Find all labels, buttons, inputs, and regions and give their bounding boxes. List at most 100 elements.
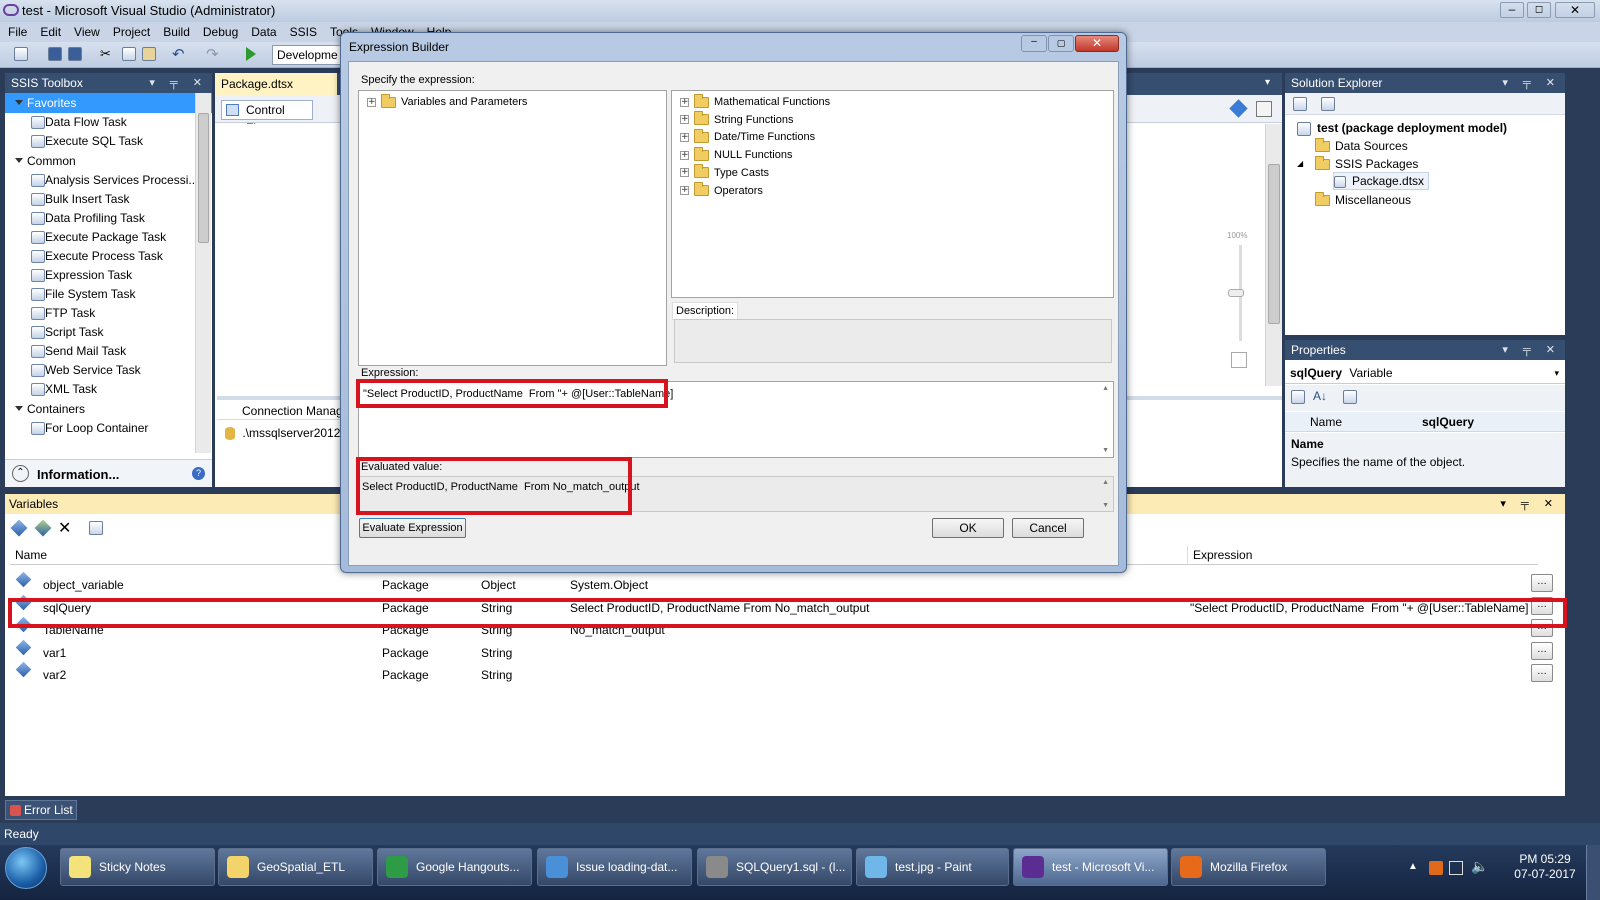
save-all-icon[interactable] [68,47,82,61]
taskbar-item[interactable]: Sticky Notes [60,848,215,886]
expand-plus-icon[interactable]: + [680,115,689,125]
function-category-node[interactable]: + String Functions [680,111,793,127]
show-all-files-icon[interactable] [1321,97,1335,111]
variable-name[interactable]: object_variable [43,574,124,596]
expression-textbox[interactable]: "Select ProductID, ProductName From "+ @… [358,381,1114,458]
variable-type[interactable]: String [481,664,512,686]
common-category[interactable]: Common [5,151,212,171]
toolbox-scrollbar[interactable] [195,93,211,453]
variable-type[interactable]: String [481,642,512,664]
action-center-icon[interactable] [1449,861,1463,875]
collapse-info-icon[interactable]: ⌃ [12,465,29,482]
menu-item-debug[interactable]: Debug [203,25,238,39]
variable-name[interactable]: sqlQuery [43,597,91,619]
clock[interactable]: PM 05:29 07-07-2017 [1510,852,1580,888]
variable-expression[interactable]: "Select ProductID, ProductName From "+ @… [1190,597,1528,619]
toolbox-item[interactable]: Execute Package Task [5,228,212,247]
error-list-tab[interactable]: Error List [5,800,77,820]
expand-plus-icon[interactable]: + [367,97,376,107]
toolbox-item[interactable]: Analysis Services Processi... [5,171,212,190]
delete-variable-icon[interactable]: ✕ [58,518,71,538]
taskbar-item[interactable]: GeoSpatial_ETL [218,848,373,886]
function-category-node[interactable]: + Date/Time Functions [680,128,815,144]
redo-icon[interactable]: ↷ [206,45,219,63]
move-variable-icon[interactable] [34,519,52,537]
show-desktop-button[interactable] [1586,845,1600,900]
expand-arrow-icon[interactable]: ◢ [1297,159,1303,168]
menu-item-project[interactable]: Project [113,25,150,39]
expand-plus-icon[interactable]: + [680,150,689,160]
toolbox-item[interactable]: Bulk Insert Task [5,190,212,209]
data-sources-node[interactable]: Data Sources [1315,137,1408,155]
column-name[interactable]: Name [15,546,47,565]
toolbox-item[interactable]: XML Task [5,380,212,399]
property-pages-icon[interactable] [1343,390,1357,404]
object-selector[interactable]: sqlQuery Variable ▾ [1285,362,1565,384]
toolbox-item[interactable]: Execute Process Task [5,247,212,266]
taskbar-item[interactable]: SQLQuery1.sql - (l... [697,848,852,886]
taskbar-item[interactable]: test.jpg - Paint [856,848,1009,886]
taskbar-item[interactable]: test - Microsoft Vi... [1013,848,1168,886]
close-icon[interactable]: ✕ [1555,2,1595,18]
variable-value[interactable]: Select ProductID, ProductName From No_ma… [570,597,869,619]
toolbox-item[interactable]: Send Mail Task [5,342,212,361]
dialog-maximize-icon[interactable]: ▢ [1048,35,1074,52]
properties-view-icon[interactable] [1293,97,1307,111]
dialog-minimize-icon[interactable]: – [1021,35,1047,52]
variable-name[interactable]: var2 [43,664,66,686]
toolbox-item[interactable]: File System Task [5,285,212,304]
tray-app-icon[interactable] [1429,861,1443,875]
property-name-value[interactable]: sqlQuery [1422,412,1474,432]
variable-type[interactable]: String [481,597,512,619]
panel-controls-icon[interactable]: ▾ ╤ ✕ [1502,73,1561,93]
variable-type[interactable]: String [481,619,512,641]
volume-icon[interactable]: 🔈 [1471,858,1488,875]
designer-scroll-thumb[interactable] [1268,164,1280,324]
toolbox-item[interactable]: Expression Task [5,266,212,285]
designer-options-icon[interactable] [1256,101,1272,117]
function-category-node[interactable]: + NULL Functions [680,146,792,162]
restore-icon[interactable]: ◻ [1527,2,1551,18]
designer-scrollbar[interactable] [1265,124,1282,386]
tray-arrow-icon[interactable]: ▲ [1408,861,1418,872]
evaluate-expression-button[interactable]: Evaluate Expression [359,518,466,538]
categorized-icon[interactable] [1291,390,1305,404]
panel-controls-icon[interactable]: ▾ ╤ ✕ [1502,340,1561,360]
new-project-icon[interactable] [14,47,28,61]
variables-parameters-node[interactable]: + Variables and Parameters [367,93,527,109]
zoom-fit-icon[interactable] [1229,99,1248,118]
save-icon[interactable] [48,47,62,61]
menu-item-view[interactable]: View [74,25,100,39]
column-expression[interactable]: Expression [1187,546,1252,565]
start-button[interactable] [5,847,47,889]
variable-row[interactable]: var2 Package String… [10,662,1565,686]
add-variable-icon[interactable] [10,519,28,537]
expand-plus-icon[interactable]: + [680,168,689,178]
expression-builder-button[interactable]: … [1531,596,1553,615]
function-category-node[interactable]: + Operators [680,182,763,198]
property-row-name[interactable]: Name sqlQuery [1285,412,1565,432]
ok-button[interactable]: OK [932,518,1004,538]
scroll-down-icon[interactable]: ▼ [1102,502,1109,509]
doc-dropdown-icon[interactable]: ▾ [1265,77,1270,88]
cancel-button[interactable]: Cancel [1012,518,1084,538]
expression-builder-button[interactable]: … [1531,641,1553,660]
toolbox-item[interactable]: Data Flow Task [5,113,212,132]
menu-item-ssis[interactable]: SSIS [290,25,317,39]
variable-row[interactable]: var1 Package String… [10,639,1565,664]
variable-name[interactable]: var1 [43,642,66,664]
grid-options-icon[interactable] [89,521,103,535]
alphabetical-icon[interactable]: A↓ [1313,389,1327,403]
ssis-packages-node[interactable]: SSIS Packages [1315,155,1418,173]
toolbox-item[interactable]: Execute SQL Task [5,132,212,151]
zoom-to-fit-icon[interactable] [1231,352,1247,368]
scroll-up-icon[interactable]: ▲ [1102,479,1109,486]
expression-builder-button[interactable]: … [1531,664,1553,683]
favorites-category[interactable]: Favorites [5,93,212,113]
panel-controls-icon[interactable]: ▾ ╤ ✕ [149,73,208,93]
variables-tree[interactable]: + Variables and Parameters [358,90,667,366]
solution-config-combo[interactable]: Developme [272,45,342,65]
zoom-slider-thumb[interactable] [1228,289,1244,297]
expression-builder-button[interactable]: … [1531,574,1553,592]
minimize-icon[interactable]: – [1500,2,1524,18]
